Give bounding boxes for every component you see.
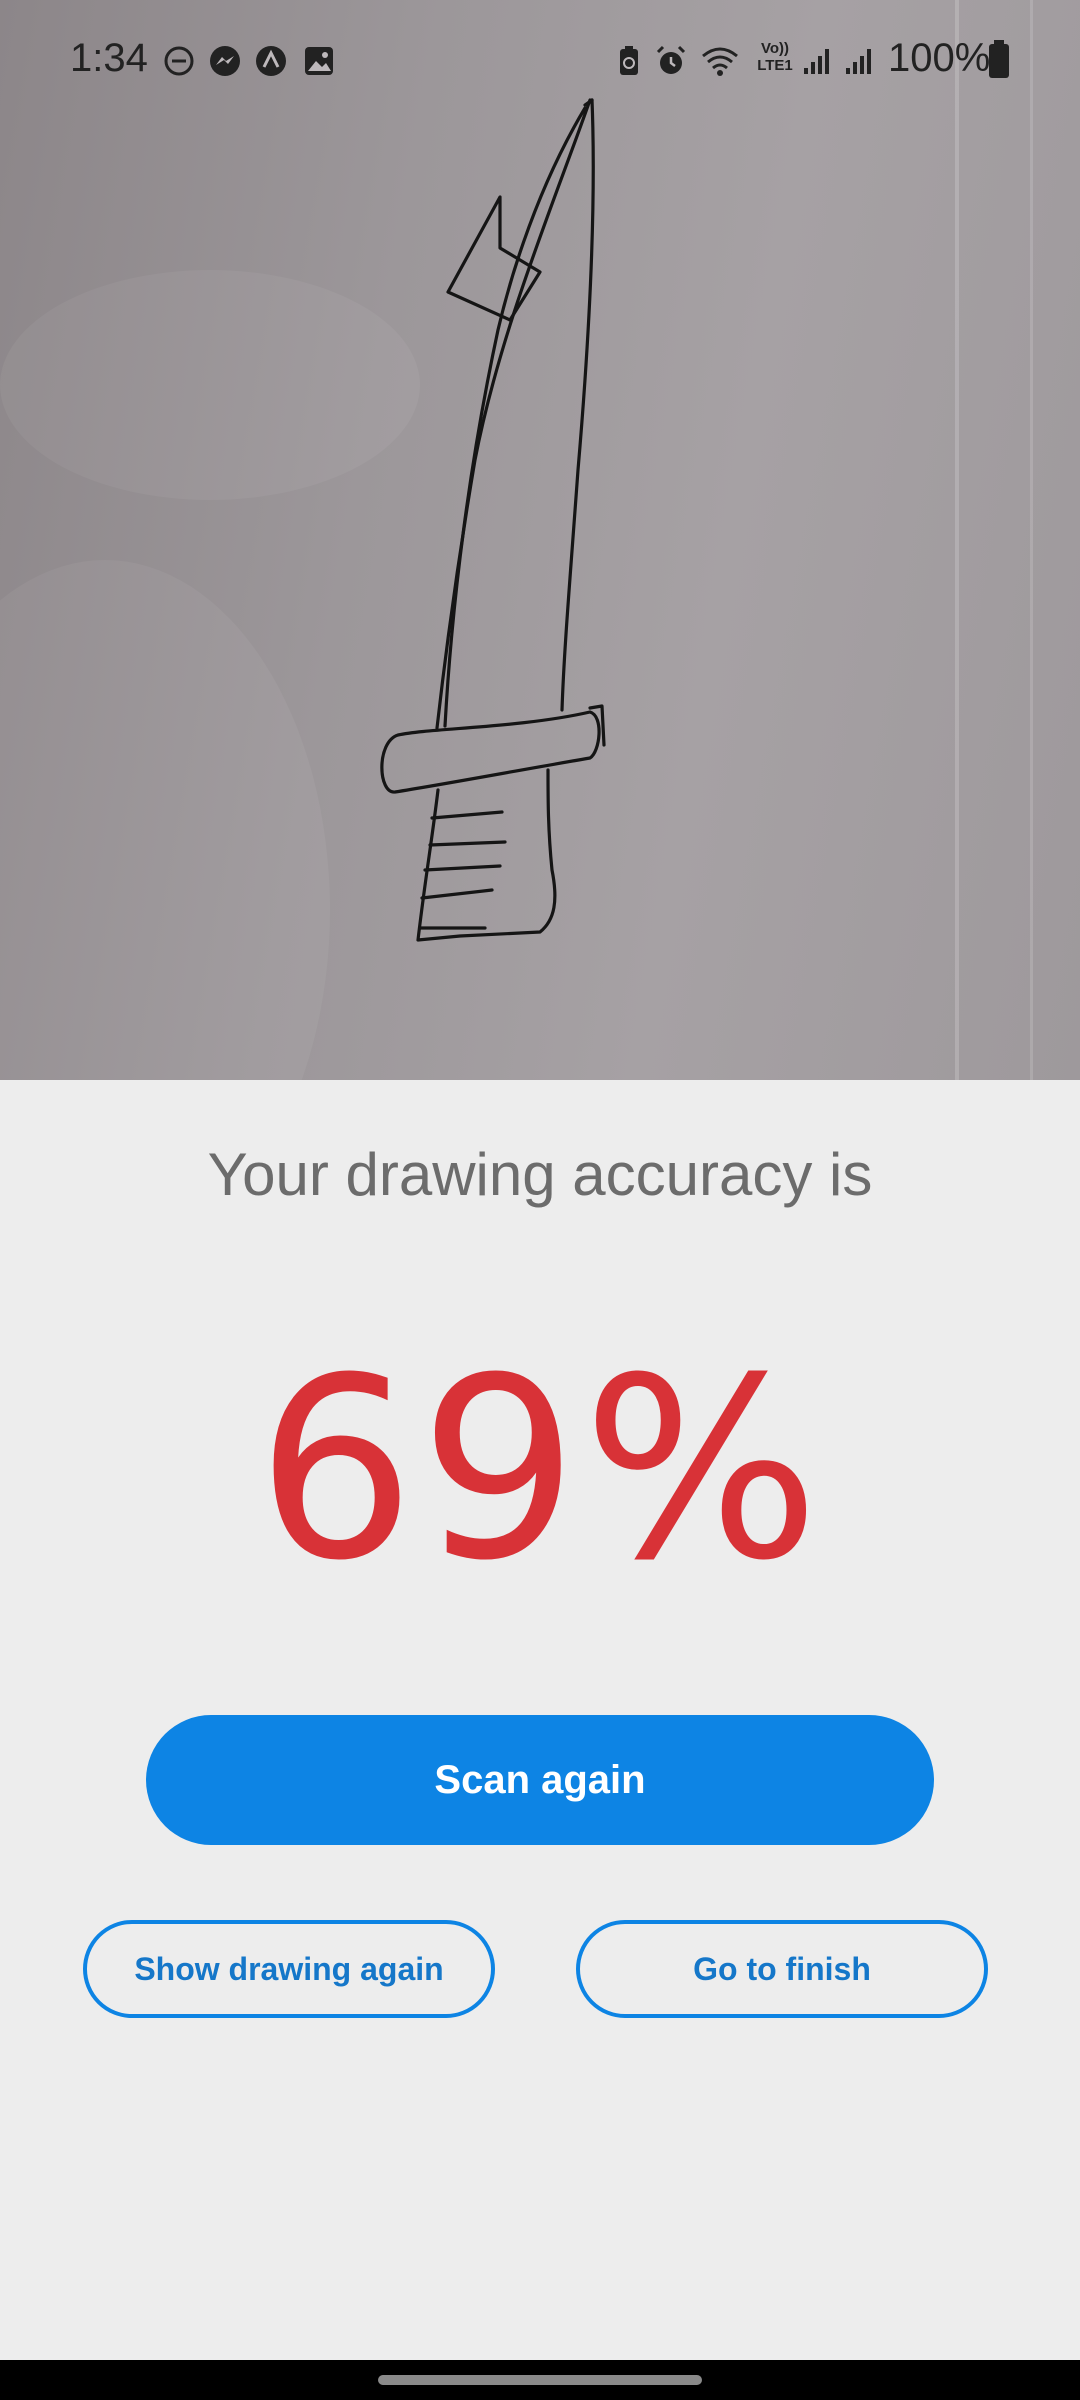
accuracy-score: 69% bbox=[256, 1324, 824, 1615]
accuracy-heading: Your drawing accuracy is bbox=[207, 1141, 873, 1208]
do-not-disturb-icon bbox=[164, 46, 194, 76]
scan-again-button[interactable]: Scan again bbox=[146, 1715, 934, 1845]
signal-icon bbox=[804, 49, 829, 74]
alarm-icon bbox=[656, 45, 686, 74]
messenger-icon bbox=[210, 46, 240, 76]
status-time: 1:34 bbox=[70, 36, 148, 80]
navigation-bar bbox=[0, 2360, 1080, 2400]
app-icon bbox=[256, 46, 286, 76]
battery-icon bbox=[989, 40, 1009, 78]
knife-sketch bbox=[380, 98, 606, 942]
home-gesture-handle[interactable] bbox=[378, 2375, 702, 2385]
wifi-icon bbox=[702, 47, 738, 76]
scanned-drawing-photo: 1:34 Vo)) LTE1 100% bbox=[0, 0, 1080, 1080]
battery-percent: 100% bbox=[888, 36, 991, 80]
go-to-finish-button[interactable]: Go to finish bbox=[576, 1920, 988, 2018]
status-bar: 1:34 Vo)) LTE1 100% bbox=[0, 0, 1080, 120]
gallery-icon bbox=[305, 47, 333, 75]
show-drawing-again-button[interactable]: Show drawing again bbox=[83, 1920, 495, 2018]
volte-icon: Vo)) LTE1 bbox=[757, 40, 793, 74]
signal-icon bbox=[846, 49, 871, 74]
battery-saver-icon bbox=[620, 46, 638, 75]
